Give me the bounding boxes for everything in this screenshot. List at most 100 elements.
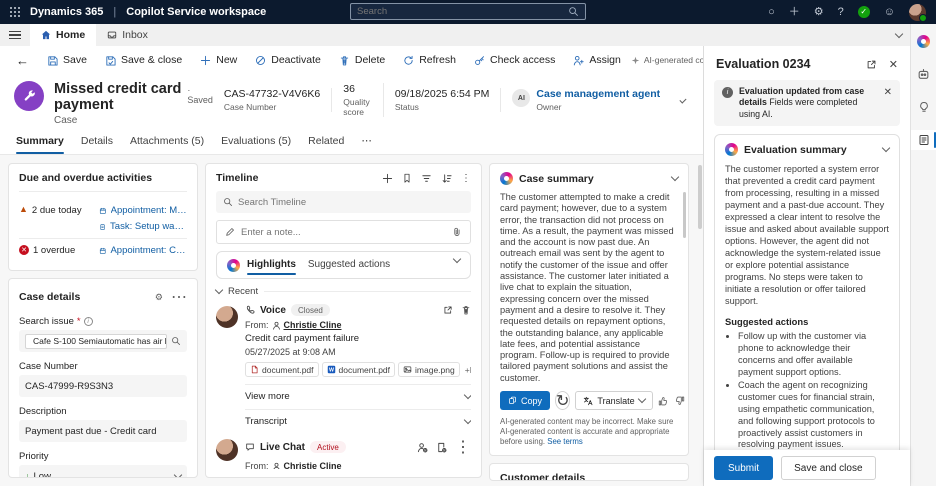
- chevron-down-icon[interactable]: [670, 172, 680, 182]
- person-settings-icon[interactable]: [417, 442, 428, 453]
- highlights-tab[interactable]: Highlights: [247, 259, 296, 278]
- save-and-close-button[interactable]: Save & close: [97, 49, 190, 71]
- info-icon[interactable]: i: [83, 317, 93, 326]
- session-tab-inbox[interactable]: Inbox: [96, 24, 159, 46]
- app-title: Copilot Service workspace: [126, 6, 267, 18]
- tab-overflow-button[interactable]: ⋯: [361, 135, 372, 154]
- description-value[interactable]: Payment past due - Credit card: [19, 420, 187, 442]
- delete-icon[interactable]: [461, 305, 471, 315]
- filter-icon[interactable]: [421, 173, 432, 184]
- translate-button[interactable]: Translate: [575, 391, 653, 411]
- thumbs-down-icon[interactable]: [675, 396, 685, 406]
- tab-details[interactable]: Details: [81, 135, 113, 154]
- attachment-overflow-count[interactable]: +N: [465, 365, 471, 375]
- case-details-more-button[interactable]: ⋯: [171, 287, 187, 307]
- lightbulb-icon[interactable]: [911, 97, 936, 117]
- contact-link[interactable]: Christie Cline: [284, 320, 342, 330]
- activity-link-task[interactable]: Task: Setup warranty ac...: [99, 221, 187, 232]
- suggested-actions-tab[interactable]: Suggested actions: [308, 259, 390, 278]
- popout-icon[interactable]: [866, 59, 877, 70]
- entry-more-button[interactable]: ⋮: [455, 437, 471, 457]
- evaluation-form-icon[interactable]: [911, 130, 936, 150]
- summary-tab-body: Due and overdue activities ▲ 2 due today…: [0, 155, 703, 486]
- contact-link[interactable]: Christie Cline: [284, 461, 342, 469]
- summary-scrollbar[interactable]: [683, 192, 686, 238]
- assign-button[interactable]: Assign: [565, 49, 629, 71]
- app-launcher-icon[interactable]: [10, 7, 20, 17]
- see-terms-link[interactable]: See terms: [547, 437, 583, 446]
- tab-evaluations[interactable]: Evaluations (5): [221, 135, 291, 154]
- save-button[interactable]: Save: [39, 49, 95, 71]
- search-issue-tag[interactable]: Cafe S-100 Semiautomatic has air bu ✕: [25, 333, 167, 349]
- brand-title: Dynamics 365: [30, 6, 104, 18]
- timeline-more-button[interactable]: ⋮: [461, 173, 471, 184]
- save-and-close-button[interactable]: Save and close: [781, 456, 876, 480]
- tab-related[interactable]: Related: [308, 135, 344, 154]
- add-icon[interactable]: ＋: [789, 6, 800, 18]
- recent-section-toggle[interactable]: Recent: [214, 285, 471, 297]
- deactivate-button[interactable]: Deactivate: [247, 49, 329, 71]
- attachment-chip-doc[interactable]: W document.pdf: [321, 362, 396, 377]
- note-input[interactable]: [241, 226, 446, 238]
- search-issue-control[interactable]: Cafe S-100 Semiautomatic has air bu ✕: [19, 330, 187, 352]
- presence-circle-icon[interactable]: ○: [768, 6, 775, 18]
- owner-link[interactable]: Case management agent: [536, 88, 660, 100]
- global-search[interactable]: [350, 3, 586, 20]
- submit-button[interactable]: Submit: [714, 456, 774, 480]
- tab-attachments[interactable]: Attachments (5): [130, 135, 204, 154]
- case-summary-body: The customer attempted to make a credit …: [500, 192, 674, 383]
- dismiss-banner-icon[interactable]: ✕: [884, 86, 892, 99]
- user-avatar[interactable]: [909, 3, 927, 22]
- sort-icon[interactable]: [441, 173, 452, 184]
- open-record-icon[interactable]: [443, 305, 453, 315]
- search-icon: [224, 198, 232, 206]
- check-access-button[interactable]: Check access: [466, 49, 563, 71]
- lookup-search-icon[interactable]: [171, 336, 181, 346]
- delete-button[interactable]: Delete: [331, 49, 393, 71]
- priority-select[interactable]: ↓ Low: [19, 465, 187, 477]
- activity-link-appointment[interactable]: Appointment: Meeting...: [99, 205, 187, 216]
- paperclip-icon[interactable]: [452, 227, 462, 237]
- timeline-search[interactable]: [216, 191, 471, 213]
- attachment-chip-image[interactable]: image.png: [398, 362, 460, 377]
- tab-overflow-chevron-icon[interactable]: [894, 29, 904, 38]
- form-settings-icon[interactable]: [436, 442, 447, 453]
- feedback-smiley-icon[interactable]: ☺: [884, 6, 895, 18]
- copy-button[interactable]: Copy: [500, 391, 551, 411]
- header-expand-chevron-icon[interactable]: [679, 96, 687, 104]
- case-number-value[interactable]: CAS-47999-R9S3N3: [19, 375, 187, 397]
- view-more-toggle[interactable]: View more: [245, 384, 471, 402]
- activity-link-appointment-overdue[interactable]: Appointment: Call with...: [99, 245, 187, 256]
- close-panel-icon[interactable]: ✕: [889, 58, 898, 71]
- chevron-down-icon[interactable]: [452, 254, 462, 264]
- add-record-icon[interactable]: [382, 173, 393, 184]
- thumbs-up-icon[interactable]: [658, 396, 668, 406]
- agents-icon[interactable]: [911, 64, 936, 84]
- form-settings-icon[interactable]: ⚙: [155, 292, 163, 303]
- timeline-search-input[interactable]: [238, 196, 464, 208]
- refresh-button[interactable]: Refresh: [395, 49, 464, 71]
- overdue-row: ✕ 1 overdue Appointment: Call with...: [19, 238, 187, 262]
- timeline-entry-voice: Voice Closed From: Christie Cline Credit…: [216, 304, 471, 427]
- attachment-chip-pdf[interactable]: document.pdf: [245, 362, 319, 377]
- new-button[interactable]: New: [192, 49, 245, 71]
- session-tab-home[interactable]: Home: [30, 24, 97, 46]
- global-search-input[interactable]: [357, 6, 568, 17]
- copilot-rail-icon[interactable]: [911, 31, 936, 51]
- settings-gear-icon[interactable]: ⚙: [814, 6, 824, 18]
- site-map-menu-icon[interactable]: [9, 28, 21, 41]
- tab-summary[interactable]: Summary: [16, 135, 64, 154]
- help-icon[interactable]: ?: [838, 6, 844, 18]
- main-scrollbar[interactable]: [698, 165, 702, 229]
- suggested-actions-title: Suggested actions: [725, 316, 809, 328]
- note-input-row[interactable]: [216, 220, 471, 244]
- regenerate-button[interactable]: ↻: [555, 391, 571, 411]
- bookmark-icon[interactable]: [402, 173, 412, 183]
- compliance-check-icon[interactable]: ✓: [857, 6, 870, 18]
- status-badge: Closed: [290, 304, 330, 316]
- back-button[interactable]: ←: [8, 53, 37, 68]
- transcript-toggle[interactable]: Transcript: [245, 409, 471, 427]
- deactivate-icon: [256, 55, 266, 65]
- form-header: Missed credit card payment · Saved Case …: [0, 74, 703, 155]
- chevron-down-icon[interactable]: [881, 144, 891, 153]
